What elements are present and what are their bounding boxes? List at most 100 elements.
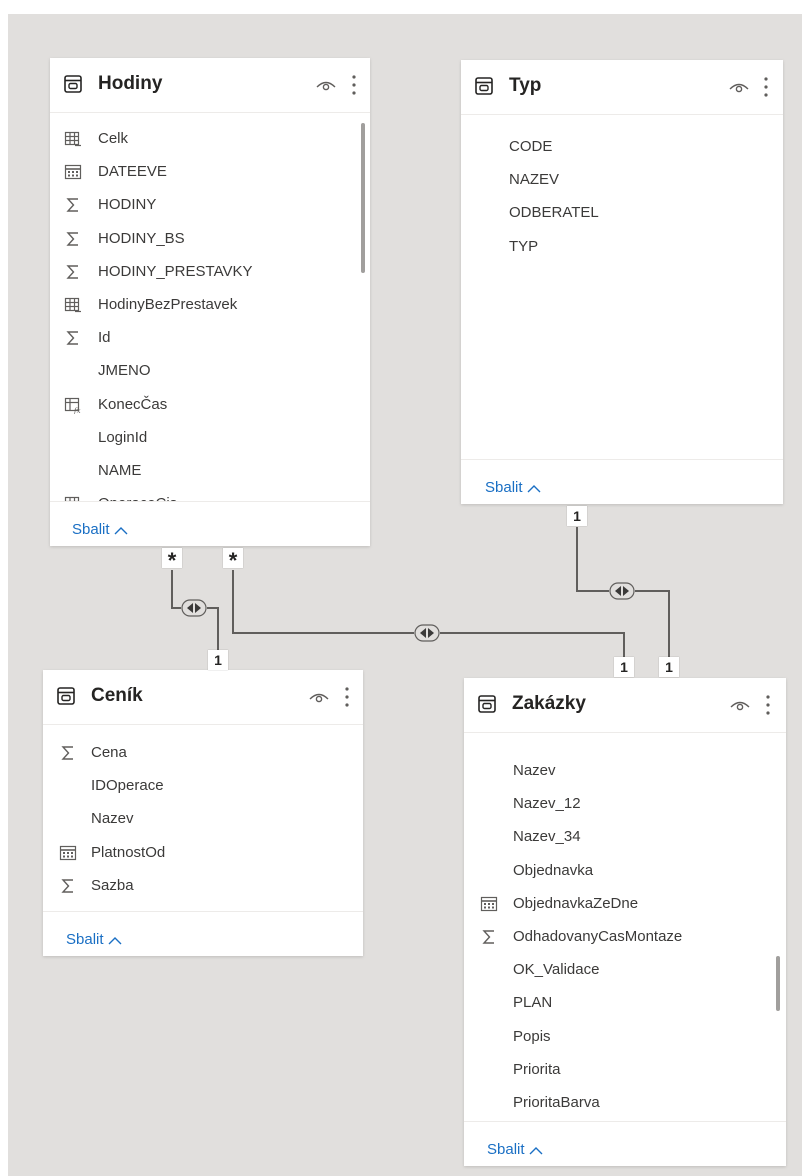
field-row[interactable]: Nazev xyxy=(464,754,786,787)
field-row[interactable]: HodinyBezPrestavek xyxy=(50,288,370,321)
table-card-header[interactable]: Ceník xyxy=(43,670,363,725)
field-row[interactable]: Nazev_12 xyxy=(464,787,786,820)
cardinality-one-label[interactable]: 1 xyxy=(567,506,587,526)
table-title: Hodiny xyxy=(98,73,163,94)
field-row[interactable]: HODINY_PRESTAVKY xyxy=(50,255,370,288)
field-label: Priorita xyxy=(513,1060,561,1078)
field-label: HODINY xyxy=(98,196,157,214)
calculated-table-icon xyxy=(64,130,82,148)
cardinality-one-label[interactable]: 1 xyxy=(614,657,634,677)
collapse-label[interactable]: Sbalit xyxy=(485,479,523,496)
field-label: Id xyxy=(98,329,111,347)
cardinality-one-label[interactable]: 1 xyxy=(659,657,679,677)
collapse-link[interactable]: Sbalit xyxy=(66,931,122,948)
table-icon xyxy=(64,75,82,93)
chevron-up-icon xyxy=(527,484,541,493)
field-row[interactable]: PrioritaBarva xyxy=(464,1086,786,1119)
eye-icon[interactable] xyxy=(309,690,329,704)
table-card-cenik[interactable]: Ceník Cena IDOperace Nazev PlatnostOd Sazba … xyxy=(43,670,363,956)
field-row[interactable]: DATEEVE xyxy=(50,155,370,188)
field-row[interactable]: JMENO xyxy=(50,354,370,387)
collapse-link[interactable]: Sbalit xyxy=(72,521,128,538)
chevron-up-icon xyxy=(108,936,122,945)
table-icon xyxy=(478,695,496,713)
field-row[interactable]: PLAN xyxy=(464,986,786,1019)
calculated-fx-icon: fx xyxy=(64,396,82,415)
eye-icon[interactable] xyxy=(316,78,336,92)
field-row[interactable]: Id xyxy=(50,321,370,354)
field-row[interactable]: HODINY xyxy=(50,188,370,221)
collapse-link[interactable]: Sbalit xyxy=(487,1141,543,1158)
field-row[interactable]: HODINY_BS xyxy=(50,222,370,255)
table-card-header[interactable]: Typ xyxy=(461,60,783,115)
field-list[interactable]: Celk DATEEVE HODINY HODINY_BS HODINY_PRESTAV… xyxy=(50,112,370,501)
field-list[interactable]: Nazev Nazev_12 Nazev_34 Objednavka Objednavk… xyxy=(464,732,786,1121)
collapse-link[interactable]: Sbalit xyxy=(485,479,541,496)
field-label: PLAN xyxy=(513,994,553,1012)
field-row[interactable]: Popis xyxy=(464,1020,786,1053)
collapse-label[interactable]: Sbalit xyxy=(72,521,110,538)
table-card-hodiny[interactable]: Hodiny Celk DATEEVE HODINY HODINY_BS HODINY_… xyxy=(50,58,370,546)
more-options-icon[interactable] xyxy=(344,686,350,708)
cardinality-many-label[interactable]: * xyxy=(223,548,243,573)
table-icon xyxy=(57,687,75,705)
field-label: Nazev xyxy=(91,810,134,828)
field-label: HODINY_PRESTAVKY xyxy=(98,262,253,280)
calendar-icon xyxy=(59,844,77,862)
cardinality-many-label[interactable]: * xyxy=(162,548,182,573)
field-row[interactable]: OdhadovanyCasMontaze xyxy=(464,920,786,953)
field-label: PlatnostOd xyxy=(91,843,166,861)
more-options-icon[interactable] xyxy=(351,74,357,96)
bidirectional-filter-icon[interactable] xyxy=(181,599,207,617)
field-label: Nazev_12 xyxy=(513,795,581,813)
field-row[interactable]: OK_Validace xyxy=(464,953,786,986)
table-card-header[interactable]: Zakázky xyxy=(464,678,786,733)
field-row[interactable]: Priorita xyxy=(464,1053,786,1086)
field-row[interactable]: NAME xyxy=(50,454,370,487)
table-card-zakazky[interactable]: Zakázky Nazev Nazev_12 Nazev_34 Objednavka O… xyxy=(464,678,786,1166)
field-row[interactable]: NAZEV xyxy=(461,163,783,196)
field-label: DATEEVE xyxy=(98,163,167,181)
field-row[interactable]: ObjednavkaZeDne xyxy=(464,887,786,920)
field-row[interactable]: LoginId xyxy=(50,421,370,454)
cardinality-one-label[interactable]: 1 xyxy=(208,650,228,670)
collapse-label[interactable]: Sbalit xyxy=(487,1141,525,1158)
calendar-icon xyxy=(480,895,498,913)
field-list[interactable]: Cena IDOperace Nazev PlatnostOd Sazba xyxy=(43,724,363,911)
field-label: KonecČas xyxy=(98,395,168,413)
field-list[interactable]: CODE NAZEV ODBERATEL TYP xyxy=(461,114,783,459)
bidirectional-filter-icon[interactable] xyxy=(414,624,440,642)
field-row[interactable]: TYP xyxy=(461,230,783,263)
eye-icon[interactable] xyxy=(730,698,750,712)
table-card-typ[interactable]: Typ CODE NAZEV ODBERATEL TYP Sbalit xyxy=(461,60,783,504)
more-options-icon[interactable] xyxy=(765,694,771,716)
field-row[interactable]: Celk xyxy=(50,122,370,155)
eye-icon[interactable] xyxy=(729,80,749,94)
table-title: Typ xyxy=(509,75,542,96)
table-icon xyxy=(475,77,493,95)
table-card-header[interactable]: Hodiny xyxy=(50,58,370,113)
field-row[interactable]: IDOperace xyxy=(43,769,363,802)
sigma-icon xyxy=(64,196,82,214)
sigma-icon xyxy=(59,877,77,895)
field-row[interactable]: Objednavka xyxy=(464,854,786,887)
field-label: CODE xyxy=(509,138,553,155)
field-row[interactable]: Nazev xyxy=(43,802,363,835)
field-row[interactable]: OperaceCis xyxy=(50,487,370,501)
field-row[interactable]: PlatnostOd xyxy=(43,836,363,869)
scrollbar-thumb[interactable] xyxy=(361,123,365,273)
table-title: Zakázky xyxy=(512,693,586,714)
bidirectional-filter-icon[interactable] xyxy=(609,582,635,600)
collapse-label[interactable]: Sbalit xyxy=(66,931,104,948)
scrollbar-thumb[interactable] xyxy=(776,956,780,1011)
field-label: OK_Validace xyxy=(513,961,600,979)
field-row[interactable]: fx KonecČas xyxy=(50,388,370,421)
more-options-icon[interactable] xyxy=(763,76,769,98)
field-label: PrioritaBarva xyxy=(513,1094,600,1111)
field-row[interactable]: CODE xyxy=(461,130,783,163)
field-row[interactable]: Nazev_34 xyxy=(464,820,786,853)
field-row[interactable]: Sazba xyxy=(43,869,363,902)
field-row[interactable]: ODBERATEL xyxy=(461,196,783,229)
field-label: IDOperace xyxy=(91,777,164,795)
field-row[interactable]: Cena xyxy=(43,736,363,769)
